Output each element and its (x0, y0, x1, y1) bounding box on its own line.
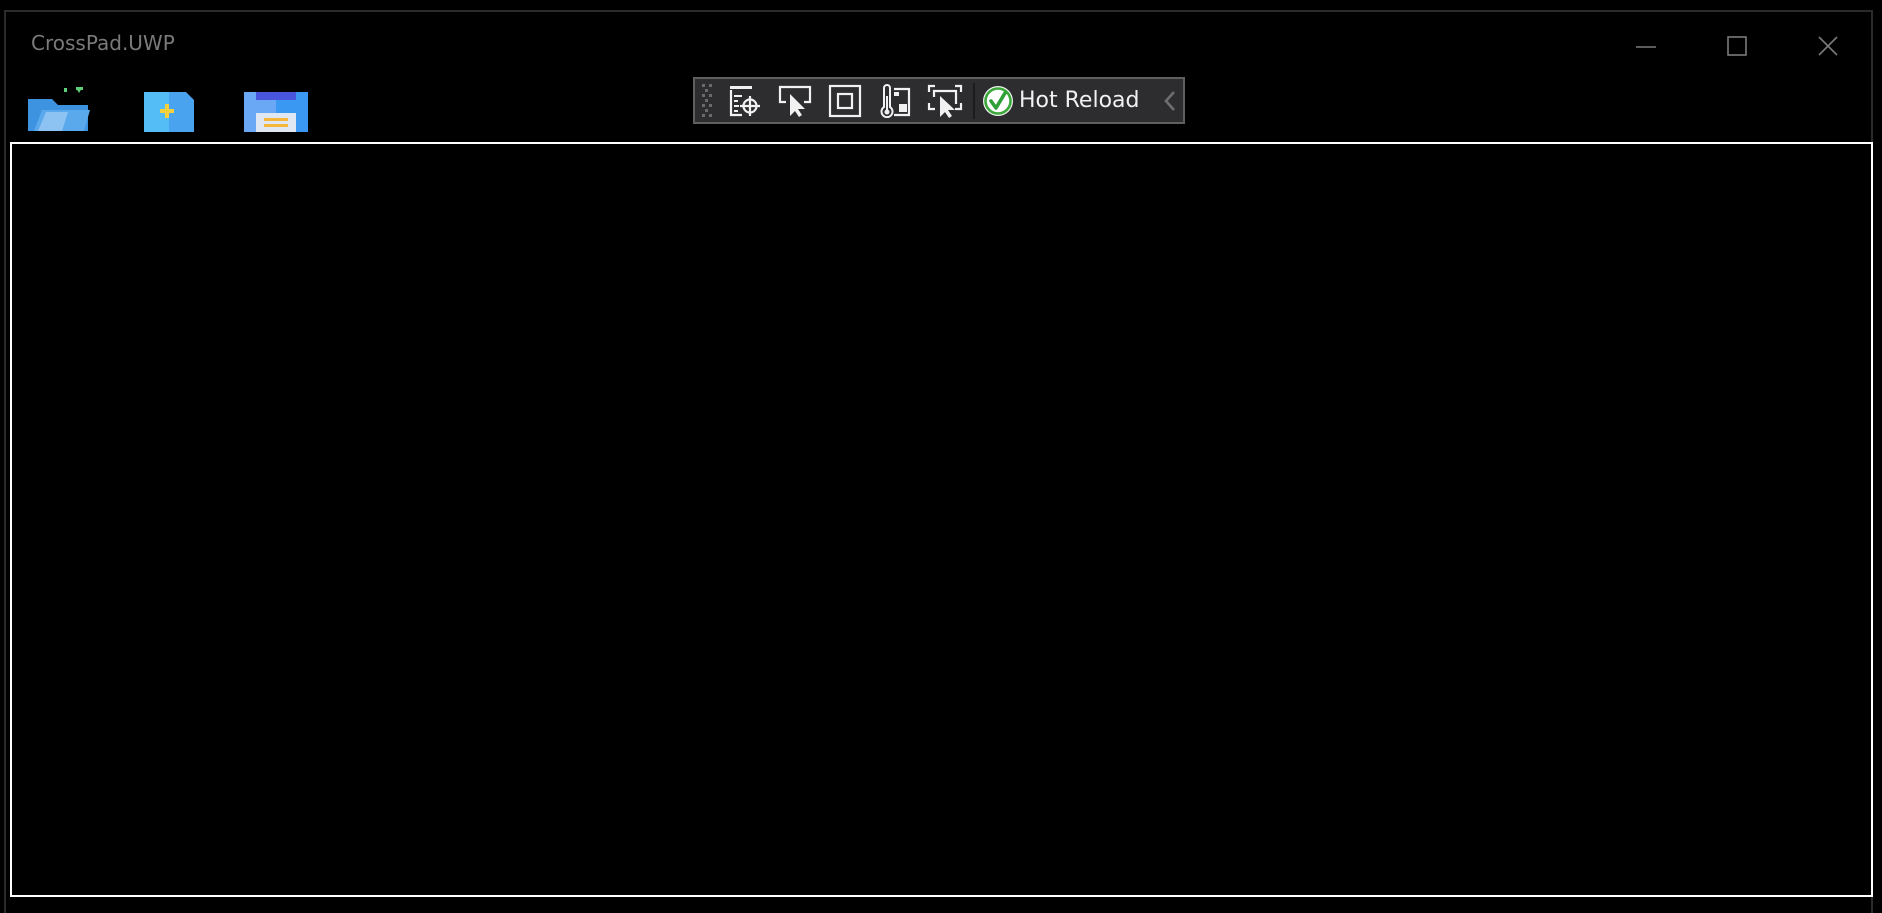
open-file-button[interactable] (24, 86, 92, 131)
new-file-icon (144, 92, 194, 132)
hot-reload-label: Hot Reload (1019, 88, 1140, 113)
select-element-button[interactable] (773, 81, 817, 121)
close-button[interactable] (1798, 24, 1858, 68)
app-window: CrossPad.UWP Hot Reload (4, 10, 1873, 913)
hot-reload-button[interactable]: Hot Reload (981, 81, 1139, 121)
track-focus-button[interactable] (873, 81, 917, 121)
new-file-button[interactable] (138, 86, 198, 132)
save-file-button[interactable] (240, 86, 310, 132)
thermometer-layout-icon (880, 83, 911, 118)
minimize-button[interactable] (1616, 24, 1676, 68)
close-icon (1818, 36, 1838, 56)
minimize-icon (1636, 46, 1656, 48)
chevron-left-icon (1164, 90, 1176, 111)
collapse-toolbar-button[interactable] (1159, 83, 1181, 119)
xaml-dev-toolbar: Hot Reload (693, 77, 1185, 124)
toolbar-separator (973, 82, 975, 119)
select-pointer-icon (778, 85, 812, 117)
adorner-box-icon (828, 84, 862, 117)
window-title: CrossPad.UWP (31, 31, 175, 55)
open-folder-icon (28, 87, 90, 131)
display-layout-adorners-button[interactable] (823, 81, 867, 121)
editor-text-area[interactable] (10, 142, 1873, 897)
preview-selection-button[interactable] (923, 81, 967, 121)
select-element-target-icon (729, 85, 760, 116)
toolbar-drag-grip[interactable] (701, 82, 715, 120)
hot-reload-status-check-icon (983, 85, 1013, 116)
live-visual-tree-button[interactable] (723, 81, 767, 121)
maximize-button[interactable] (1707, 24, 1767, 68)
preview-selection-icon (927, 84, 963, 118)
save-icon (244, 92, 308, 132)
maximize-icon (1727, 36, 1747, 56)
